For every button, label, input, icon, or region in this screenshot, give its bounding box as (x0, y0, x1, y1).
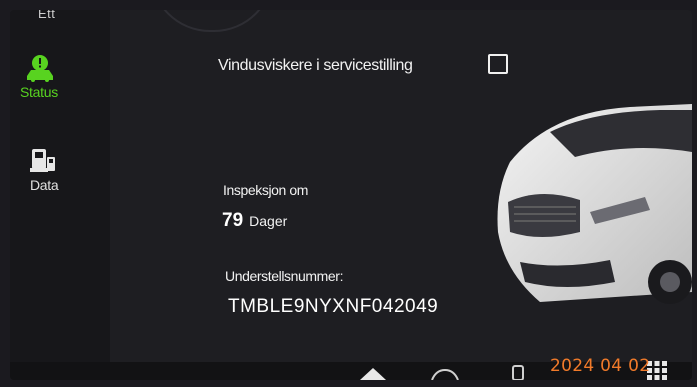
inspection-days: 79 (222, 210, 244, 231)
sidebar-item-label: Status (20, 84, 58, 100)
car-image (497, 104, 692, 304)
wiper-service-checkbox[interactable] (488, 54, 508, 74)
top-decoration (150, 10, 274, 32)
vin-value: TMBLE9NYXNF042049 (228, 296, 439, 317)
home-icon[interactable] (358, 364, 388, 380)
inspection-unit: Dager (249, 213, 288, 229)
car-icon[interactable] (428, 364, 462, 380)
sidebar-cut-label: Ett (38, 10, 56, 21)
car-status-icon (27, 55, 53, 82)
fuel-data-icon (30, 149, 55, 172)
vin-label: Understellsnummer: (225, 268, 344, 284)
infotainment-screen: Ett Status Data Vindusviskere i services… (10, 10, 692, 380)
sidebar: Ett Status Data (10, 10, 110, 380)
inspection-label: Inspeksjon om (223, 182, 309, 198)
inspection-value: 79 Dager (222, 210, 287, 232)
sidebar-item-label: Data (30, 177, 59, 193)
sidebar-item-data[interactable]: Data (10, 145, 110, 225)
sidebar-item-status[interactable]: Status (10, 52, 110, 132)
wiper-service-label: Vindusviskere i servicestilling (218, 57, 413, 74)
photo-date-stamp: 2024 04 02 (550, 356, 651, 376)
phone-icon[interactable] (510, 364, 526, 380)
